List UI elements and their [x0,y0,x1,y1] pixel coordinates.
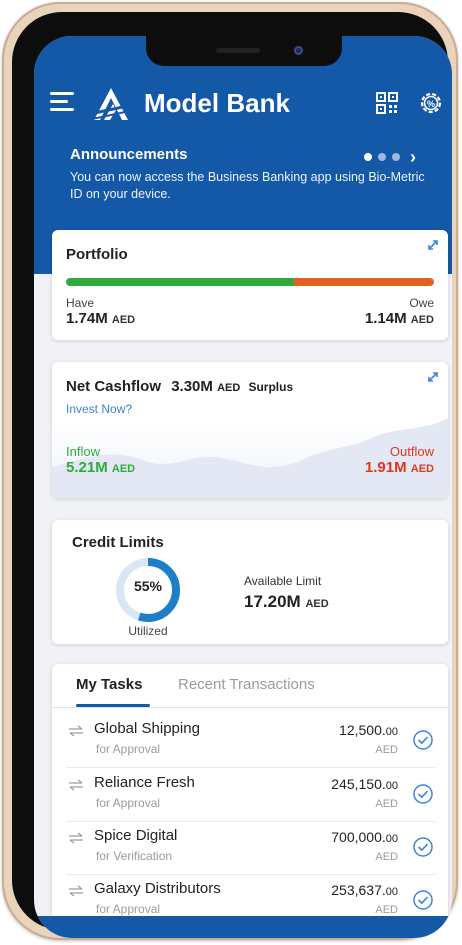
portfolio-title: Portfolio [66,246,128,263]
task-amount: 700,000.00 [331,829,398,845]
task-name: Global Shipping [94,720,200,737]
task-amount: 12,500.00 [339,722,398,738]
task-type: for Verification [96,849,173,863]
task-amount: 253,637.00 [331,882,398,898]
task-currency: AED [375,798,398,810]
svg-text:%: % [427,99,435,109]
active-tab-indicator [76,704,150,707]
utilized-percent: 55% [133,578,163,594]
portfolio-card[interactable]: Portfolio Have 1.74M AED Owe 1.14M AED [52,230,448,340]
transfer-arrows-icon [69,725,83,737]
cashflow-card[interactable]: Net Cashflow 3.30M AED Surplus Invest No… [52,362,448,498]
have-summary: Have 1.74M AED [66,296,135,327]
cashflow-currency: AED [217,382,241,394]
task-type: for Approval [96,796,161,810]
have-segment [66,278,295,286]
task-name: Galaxy Distributors [94,880,221,897]
task-amount: 245,150.00 [331,776,398,792]
phone-frame: Model Bank % Announcements You can now a… [2,2,458,940]
inflow-label: Inflow [66,444,100,459]
owe-label: Owe [409,296,434,310]
credit-title: Credit Limits [72,534,164,551]
app-title: Model Bank [144,88,290,118]
task-row[interactable]: Reliance Fresh for Approval 245,150.00 A… [66,770,436,822]
inflow-summary: Inflow 5.21M AED [66,444,135,476]
inflow-currency: AED [111,463,136,475]
expand-icon[interactable] [426,370,440,384]
task-currency: AED [375,904,398,916]
tab-recent-transactions[interactable]: Recent Transactions [178,676,315,693]
owe-summary: Owe 1.14M AED [365,296,434,327]
outflow-amount: 1.91M [364,459,407,476]
outflow-label: Outflow [389,444,434,459]
announcements-text: You can now access the Business Banking … [70,170,425,201]
task-type: for Approval [96,742,161,756]
tasks-card: My Tasks Recent Transactions Global Ship… [52,664,448,938]
task-amount-decimal: 00 [385,780,398,792]
app-screen: Model Bank % Announcements You can now a… [34,36,452,938]
check-circle-icon[interactable] [412,729,434,751]
cashflow-amount: 3.30M [171,378,213,395]
check-circle-icon[interactable] [412,836,434,858]
gear-icon[interactable]: % [418,90,444,116]
portfolio-balance-bar [66,278,434,286]
task-name: Reliance Fresh [94,774,195,791]
task-amount-whole: 700,000. [331,829,386,845]
phone-notch [146,36,342,66]
inflow-amount: 5.21M [66,459,108,476]
outflow-summary: Outflow 1.91M AED [365,444,434,476]
carousel-dot[interactable] [378,153,386,161]
carousel-indicator: › [364,148,416,166]
carousel-dot[interactable] [392,153,400,161]
outflow-currency: AED [410,463,434,475]
task-name: Spice Digital [94,827,178,844]
owe-segment [294,278,434,286]
task-amount-whole: 12,500. [339,722,386,738]
available-amount: 17.20M [244,592,301,611]
task-type: for Approval [96,902,161,916]
qr-code-icon[interactable] [376,92,398,114]
task-amount-whole: 245,150. [331,776,386,792]
bottom-bar [34,916,452,938]
transfer-arrows-icon [69,885,83,897]
cashflow-heading: Net Cashflow 3.30M AED Surplus [66,378,293,395]
owe-currency: AED [410,314,434,326]
have-amount: 1.74M [66,310,108,327]
model-bank-logo [88,88,134,121]
task-amount-whole: 253,637. [331,882,386,898]
task-currency: AED [375,744,398,756]
cashflow-title: Net Cashflow [66,378,162,395]
tab-bar: My Tasks Recent Transactions [52,664,448,708]
task-currency: AED [375,851,398,863]
available-label: Available Limit [244,574,322,588]
top-bar: Model Bank % [34,82,452,126]
task-row[interactable]: Spice Digital for Verification 700,000.0… [66,823,436,875]
carousel-dot-active[interactable] [364,153,372,161]
have-currency: AED [111,314,136,326]
task-amount-decimal: 00 [385,886,398,898]
task-amount-decimal: 00 [385,726,398,738]
available-currency: AED [305,598,329,610]
invest-now-link[interactable]: Invest Now? [66,402,132,416]
owe-amount: 1.14M [364,310,407,327]
utilized-label: Utilized [128,624,168,638]
cashflow-status: Surplus [248,380,294,394]
expand-icon[interactable] [426,238,440,252]
check-circle-icon[interactable] [412,783,434,805]
transfer-arrows-icon [69,832,83,844]
transfer-arrows-icon [69,779,83,791]
task-row[interactable]: Global Shipping for Approval 12,500.00 A… [66,716,436,768]
credit-limits-card[interactable]: Credit Limits 55% Utilized Available Lim… [52,520,448,644]
have-label: Have [66,296,95,310]
phone-bezel: Model Bank % Announcements You can now a… [12,12,452,938]
chevron-right-icon[interactable]: › [410,148,416,166]
check-circle-icon[interactable] [412,889,434,911]
front-camera-icon [294,46,303,55]
task-amount-decimal: 00 [385,833,398,845]
tab-my-tasks[interactable]: My Tasks [76,676,142,693]
available-limit: Available Limit 17.20M AED [244,574,329,612]
speaker-grille [216,48,260,53]
menu-icon[interactable] [50,92,74,112]
